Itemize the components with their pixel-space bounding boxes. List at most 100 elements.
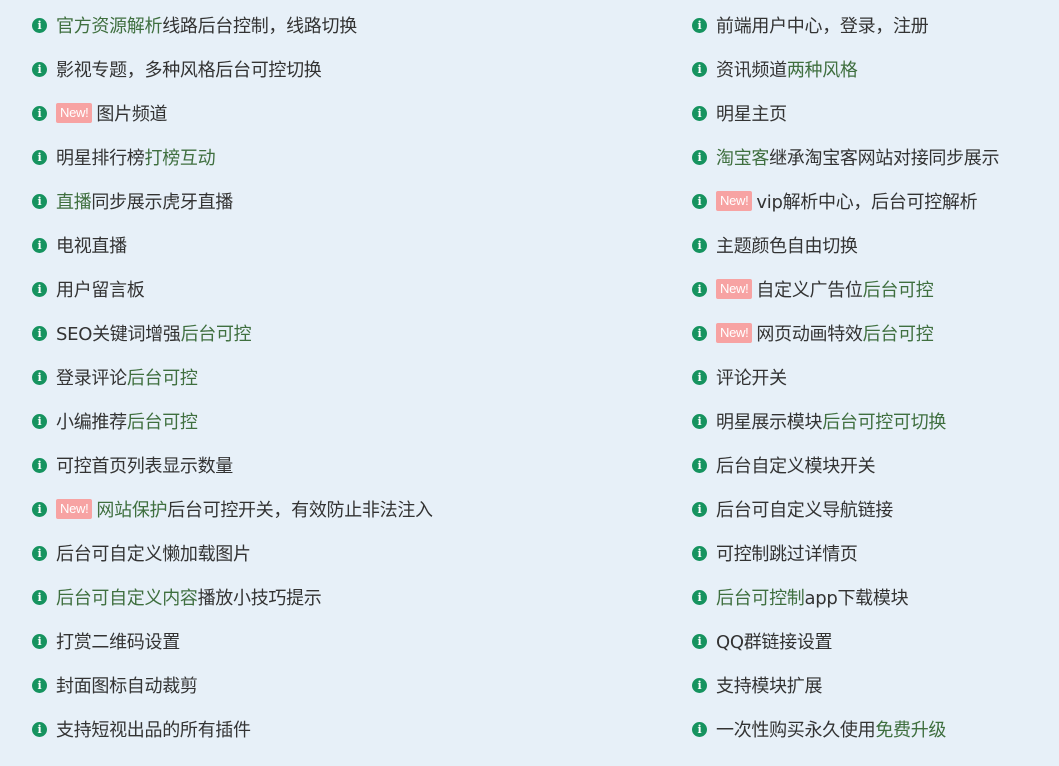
feature-item: i 影视专题，多种风格后台可控切换	[32, 47, 433, 91]
info-circle-icon: i	[32, 17, 47, 33]
info-circle-icon: i	[32, 237, 47, 253]
feature-item: i 淘宝客 继承淘宝客网站对接同步展示	[692, 135, 1000, 179]
info-circle-icon: i	[692, 149, 707, 165]
feature-item: i 电视直播	[32, 223, 433, 267]
feature-item: i 后台可自定义内容 播放小技巧提示	[32, 575, 433, 619]
feature-text: 播放小技巧提示	[197, 588, 322, 609]
feature-highlight-text: 后台可控	[126, 412, 198, 433]
feature-list: i 官方资源解析 线路后台控制，线路切换 i 影视专题，多种风格后台可控切换 i New! 图…	[0, 0, 1059, 766]
feature-text: 支持短视出品的所有插件	[56, 720, 251, 741]
feature-text: 小编推荐	[56, 412, 127, 433]
info-circle-icon: i	[692, 105, 707, 121]
feature-item: i 封面图标自动裁剪	[32, 663, 433, 707]
feature-highlight-text: 后台可控制	[716, 588, 805, 609]
info-circle-icon: i	[32, 369, 47, 385]
feature-text: 资讯频道	[716, 60, 787, 81]
new-badge: New!	[56, 103, 93, 123]
info-circle-icon: i	[692, 325, 707, 341]
feature-item: i 官方资源解析 线路后台控制，线路切换	[32, 3, 433, 47]
info-circle-icon: i	[692, 193, 707, 209]
info-circle-icon: i	[32, 193, 47, 209]
feature-highlight-text: 后台可控可切换	[822, 412, 947, 433]
feature-highlight-text: 后台可控	[180, 324, 252, 345]
feature-text: 网页动画特效	[756, 324, 863, 345]
feature-text: QQ群链接设置	[716, 632, 833, 653]
feature-text: 继承淘宝客网站对接同步展示	[769, 148, 1000, 169]
feature-item: i QQ群链接设置	[692, 619, 999, 663]
feature-text: 线路后台控制，线路切换	[162, 16, 357, 37]
info-circle-icon: i	[692, 413, 707, 429]
info-circle-icon: i	[692, 17, 707, 33]
feature-item: i 一次性购买永久使用 免费升级	[692, 707, 999, 751]
feature-item: i 支持模块扩展	[692, 663, 999, 707]
feature-highlight-text: 后台可控	[862, 280, 934, 301]
new-badge: New!	[716, 323, 753, 343]
feature-item: i 打赏二维码设置	[32, 619, 433, 663]
feature-text: 用户留言板	[56, 280, 145, 301]
info-circle-icon: i	[692, 61, 707, 77]
feature-text: 影视专题，多种风格后台可控切换	[56, 60, 322, 81]
feature-text: 自定义广告位	[756, 280, 863, 301]
feature-text: 后台可自定义导航链接	[716, 500, 893, 521]
info-circle-icon: i	[32, 721, 47, 737]
feature-highlight-text: 官方资源解析	[56, 16, 163, 37]
feature-text: 明星排行榜	[56, 148, 145, 169]
info-circle-icon: i	[32, 501, 47, 517]
feature-text: 电视直播	[56, 236, 127, 257]
feature-item: i 明星主页	[692, 91, 999, 135]
info-circle-icon: i	[32, 457, 47, 473]
info-circle-icon: i	[32, 61, 47, 77]
info-circle-icon: i	[32, 633, 47, 649]
feature-text: 支持模块扩展	[716, 676, 823, 697]
feature-item: i 前端用户中心，登录，注册	[692, 3, 999, 47]
feature-text: 可控制跳过详情页	[716, 544, 858, 565]
feature-item: i 评论开关	[692, 355, 999, 399]
feature-text: 同步展示虎牙直播	[91, 192, 234, 213]
feature-text: 一次性购买永久使用	[716, 720, 876, 741]
feature-text: 打赏二维码设置	[56, 632, 180, 653]
feature-item: i 资讯频道 两种风格	[692, 47, 999, 91]
feature-item: i New! 网页动画特效 后台可控	[692, 311, 999, 355]
feature-item: i 后台可自定义导航链接	[692, 487, 999, 531]
new-badge: New!	[716, 279, 753, 299]
feature-text: 主题颜色自由切换	[716, 236, 858, 257]
info-circle-icon: i	[692, 281, 707, 297]
feature-highlight-text: 后台可控	[862, 324, 934, 345]
feature-item: i 支持短视出品的所有插件	[32, 707, 433, 751]
info-circle-icon: i	[692, 457, 707, 473]
feature-text: 明星展示模块	[716, 412, 823, 433]
info-circle-icon: i	[692, 369, 707, 385]
feature-text: 后台可控开关，有效防止非法注入	[167, 500, 433, 521]
info-circle-icon: i	[32, 589, 47, 605]
feature-highlight-text: 打榜互动	[144, 148, 216, 169]
new-badge: New!	[716, 191, 753, 211]
feature-item: i 主题颜色自由切换	[692, 223, 999, 267]
feature-item: i 直播 同步展示虎牙直播	[32, 179, 433, 223]
feature-item: i SEO关键词增强 后台可控	[32, 311, 433, 355]
feature-item: i 小编推荐 后台可控	[32, 399, 433, 443]
feature-item: i 可控制跳过详情页	[692, 531, 999, 575]
feature-item: i New! vip解析中心，后台可控解析	[692, 179, 999, 223]
info-circle-icon: i	[32, 413, 47, 429]
feature-text: app下载模块	[804, 588, 909, 609]
feature-text: 图片频道	[96, 104, 168, 125]
feature-text: 封面图标自动裁剪	[56, 676, 198, 697]
feature-highlight-text: 后台可自定义内容	[56, 588, 198, 609]
feature-item: i 登录评论 后台可控	[32, 355, 433, 399]
feature-item: i 可控首页列表显示数量	[32, 443, 433, 487]
feature-text: 后台可自定义懒加载图片	[56, 544, 251, 565]
feature-text: SEO关键词增强	[56, 324, 181, 345]
feature-column-left: i 官方资源解析 线路后台控制，线路切换 i 影视专题，多种风格后台可控切换 i New! 图…	[32, 3, 433, 751]
feature-item: i 用户留言板	[32, 267, 433, 311]
feature-column-right: i 前端用户中心，登录，注册 i 资讯频道 两种风格 i 明星主页 i 淘宝客 继承淘宝客网站对接…	[692, 3, 1000, 751]
feature-highlight-text: 后台可控	[126, 368, 198, 389]
feature-text: 登录评论	[56, 368, 127, 389]
info-circle-icon: i	[692, 589, 707, 605]
info-circle-icon: i	[692, 677, 707, 693]
feature-item: i 后台可控制 app下载模块	[692, 575, 999, 619]
feature-text: 可控首页列表显示数量	[56, 456, 233, 477]
info-circle-icon: i	[32, 325, 47, 341]
feature-highlight-text: 免费升级	[875, 720, 947, 741]
info-circle-icon: i	[32, 677, 47, 693]
feature-item: i New! 自定义广告位 后台可控	[692, 267, 999, 311]
